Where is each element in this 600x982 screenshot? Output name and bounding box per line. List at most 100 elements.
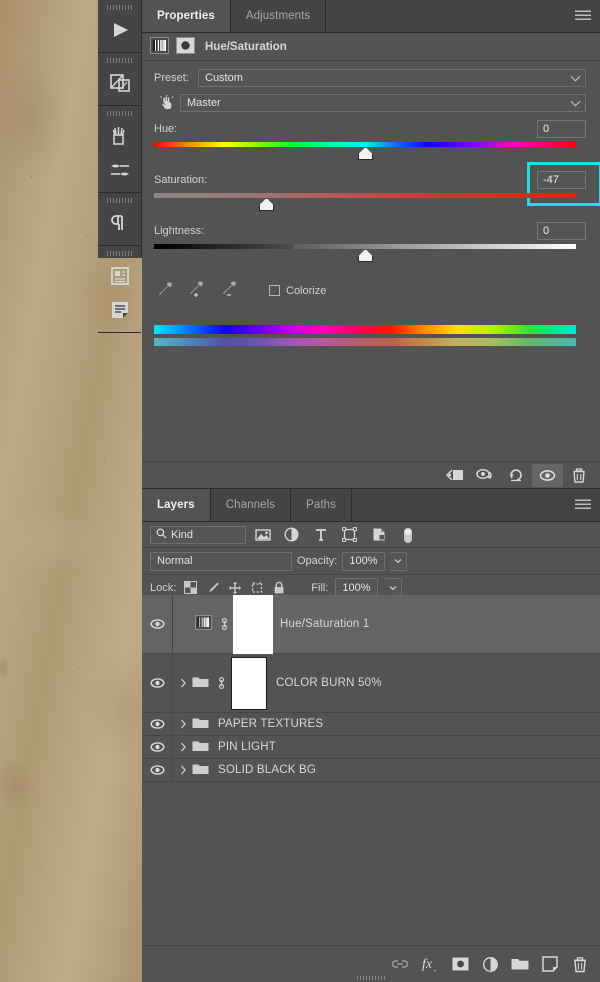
lock-artboard-nesting-icon[interactable]	[249, 580, 264, 596]
dock-grip[interactable]	[106, 5, 133, 10]
hue-value-input[interactable]: 0	[537, 120, 586, 138]
filter-kind-select[interactable]: Kind	[150, 525, 246, 544]
lightness-slider-thumb[interactable]	[358, 249, 373, 262]
saturation-track[interactable]	[154, 193, 586, 215]
lock-position-icon[interactable]	[227, 580, 242, 596]
new-adjustment-layer-icon[interactable]	[480, 953, 500, 975]
lightness-value-input[interactable]: 0	[537, 222, 586, 240]
layer-mask-thumbnail[interactable]	[233, 594, 273, 654]
hue-saturation-icon	[150, 36, 169, 57]
saturation-gradient	[154, 193, 576, 198]
eyedropper-subtract-icon[interactable]	[220, 279, 240, 302]
filter-smart-object-icon[interactable]	[366, 525, 391, 545]
eyedropper-add-icon[interactable]	[187, 279, 207, 302]
filter-adjustment-icon[interactable]	[279, 525, 304, 545]
layer-style-fx-icon[interactable]: fx	[420, 953, 440, 975]
layer-visibility-toggle[interactable]	[142, 654, 173, 712]
filter-type-icon[interactable]	[308, 525, 333, 545]
hamburger-icon[interactable]	[575, 499, 591, 511]
lock-all-icon[interactable]	[271, 580, 286, 596]
table-row[interactable]: PAPER TEXTURES	[142, 713, 600, 736]
layer-visibility-toggle[interactable]	[142, 595, 173, 653]
tab-properties[interactable]: Properties	[142, 0, 231, 32]
layer-list[interactable]: Hue/Saturation 1 COLOR BURN 50% PAPER TE…	[142, 594, 600, 945]
new-group-icon[interactable]	[510, 953, 530, 975]
tab-layers[interactable]: Layers	[142, 489, 211, 521]
hue-track[interactable]	[154, 142, 586, 164]
preset-select[interactable]: Custom	[198, 69, 586, 87]
saturation-label: Saturation:	[154, 174, 208, 186]
channel-select[interactable]: Master	[180, 94, 586, 112]
layer-visibility-toggle[interactable]	[142, 736, 173, 758]
glyphs-icon[interactable]	[103, 293, 137, 327]
channel-row: Master	[154, 94, 586, 112]
notes-icon[interactable]	[103, 259, 137, 293]
opacity-stepper[interactable]	[389, 551, 407, 571]
dock-group-layer-comps	[98, 53, 141, 106]
brush-settings-icon[interactable]	[103, 153, 137, 187]
dock-grip[interactable]	[106, 198, 133, 203]
dock-grip[interactable]	[106, 251, 133, 256]
dock-grip[interactable]	[106, 111, 133, 116]
filter-toggle-switch[interactable]	[395, 525, 420, 545]
table-row[interactable]: SOLID BLACK BG	[142, 759, 600, 782]
target-hand-icon[interactable]	[154, 94, 180, 112]
reset-icon[interactable]	[501, 464, 532, 487]
layer-comps-icon[interactable]	[103, 66, 137, 100]
table-row[interactable]: PIN LIGHT	[142, 736, 600, 759]
paragraph-icon[interactable]	[103, 206, 137, 240]
layer-mask-icon	[176, 36, 195, 57]
add-layer-mask-icon[interactable]	[450, 953, 470, 975]
saturation-value-input[interactable]: -47	[537, 171, 586, 189]
opacity-input[interactable]: 100%	[342, 551, 385, 571]
layer-visibility-toggle[interactable]	[142, 713, 173, 735]
panel-resize-grip[interactable]	[357, 976, 385, 980]
delete-layer-icon[interactable]	[570, 953, 590, 975]
chevron-right-icon[interactable]	[177, 742, 190, 752]
colorize-checkbox[interactable]	[269, 285, 280, 296]
filter-pixel-icon[interactable]	[250, 525, 275, 545]
link-mask-icon[interactable]	[215, 676, 228, 690]
toggle-visibility-icon[interactable]	[532, 463, 563, 487]
layer-visibility-toggle[interactable]	[142, 759, 173, 781]
chevron-right-icon[interactable]	[177, 765, 190, 775]
lock-image-pixels-icon[interactable]	[205, 580, 220, 596]
tab-adjustments[interactable]: Adjustments	[231, 0, 327, 32]
new-layer-icon[interactable]	[540, 953, 560, 975]
hue-slider-thumb[interactable]	[358, 147, 373, 160]
group-mask-thumbnail[interactable]	[231, 656, 267, 710]
brushes-icon[interactable]	[103, 119, 137, 153]
tab-paths[interactable]: Paths	[291, 489, 352, 521]
link-mask-icon[interactable]	[218, 617, 231, 631]
play-icon[interactable]	[103, 13, 137, 47]
tab-channels[interactable]: Channels	[211, 489, 292, 521]
lightness-value-wrap: 0	[537, 222, 586, 240]
chevron-right-icon[interactable]	[177, 678, 190, 688]
lightness-track[interactable]	[154, 244, 586, 266]
eyedropper-row: Colorize	[154, 279, 586, 302]
lightness-label: Lightness:	[154, 225, 205, 237]
preset-row: Preset: Custom	[154, 69, 586, 87]
table-row[interactable]: COLOR BURN 50%	[142, 654, 600, 713]
hamburger-icon[interactable]	[575, 10, 591, 22]
blend-mode-select[interactable]: Normal	[150, 551, 292, 571]
dock-grip[interactable]	[106, 58, 133, 63]
group-folder-icon	[192, 762, 209, 778]
delete-adjustment-icon[interactable]	[563, 464, 594, 487]
blend-mode-value: Normal	[157, 555, 193, 567]
table-row[interactable]: Hue/Saturation 1	[142, 594, 600, 654]
saturation-slider-thumb[interactable]	[259, 198, 274, 211]
eyedropper-icon[interactable]	[156, 280, 174, 301]
dock-group-notes	[98, 246, 141, 333]
chevron-right-icon[interactable]	[177, 719, 190, 729]
chevron-down-icon	[570, 71, 581, 82]
preview-previous-state-icon[interactable]	[470, 464, 501, 487]
link-layers-icon[interactable]	[390, 953, 410, 975]
chevron-down-icon	[570, 96, 581, 107]
lock-transparent-pixels-icon[interactable]	[183, 580, 198, 596]
adjustment-title: Hue/Saturation	[205, 40, 287, 53]
filter-shape-icon[interactable]	[337, 525, 362, 545]
colorize-control[interactable]: Colorize	[269, 285, 326, 297]
group-folder-icon	[192, 716, 209, 732]
clip-to-layer-icon[interactable]	[439, 464, 470, 487]
